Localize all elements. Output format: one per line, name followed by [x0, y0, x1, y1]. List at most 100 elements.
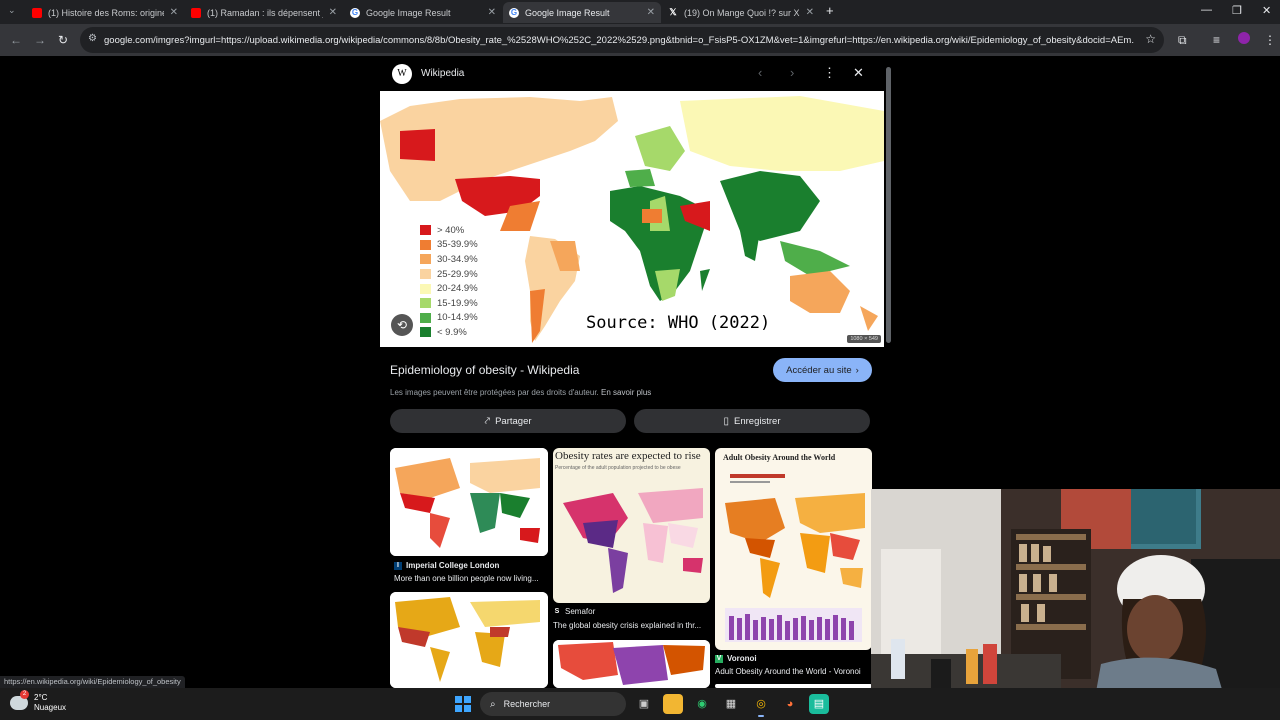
image-preview-panel: W Wikipedia ‹ › ⋮ ✕ > 40% 35-39.9% 30-34…: [380, 59, 884, 688]
legend-item: 35-39.9%: [420, 238, 478, 253]
bookmark-star-icon[interactable]: ☆: [1145, 32, 1156, 46]
close-icon[interactable]: ✕: [488, 7, 496, 18]
browser-tab-5[interactable]: 𝕏 (19) On Mange Quoi !? sur X : " ✕: [662, 2, 820, 23]
toolbar: ← → ↻ ⚙ google.com/imgres?imgurl=https:/…: [0, 24, 1280, 56]
search-icon: ⌕: [490, 698, 496, 710]
streamer-camera-image: [871, 489, 1280, 720]
thumbnail-map-graphic: [553, 640, 710, 688]
windows-start-icon[interactable]: [455, 696, 471, 712]
learn-more-link[interactable]: En savoir plus: [601, 388, 651, 397]
save-label: Enregistrer: [734, 415, 781, 427]
taskbar-search[interactable]: ⌕ Rechercher: [480, 692, 626, 716]
google-lens-icon[interactable]: ⟲: [391, 314, 413, 336]
close-icon[interactable]: ✕: [647, 7, 655, 18]
temperature: 2°C: [34, 693, 48, 702]
legend-swatch: [420, 254, 431, 265]
profile-avatar[interactable]: [1238, 32, 1250, 44]
tab-title: (19) On Mange Quoi !? sur X : ": [684, 7, 800, 18]
tab-search-icon[interactable]: ⌄: [8, 5, 16, 16]
save-button[interactable]: ▯ Enregistrer: [634, 409, 870, 433]
related-caption-3[interactable]: Adult Obesity Around the World - Voronoi: [715, 667, 871, 676]
url-text: google.com/imgres?imgurl=https://upload.…: [104, 34, 1134, 46]
related-caption-1[interactable]: More than one billion people now living.…: [394, 574, 544, 583]
related-image-3[interactable]: Adult Obesity Around the World: [715, 448, 872, 650]
store-icon[interactable]: ▦: [721, 694, 741, 714]
legend-label: 30-34.9%: [437, 253, 478, 265]
panel-header: W Wikipedia ‹ › ⋮ ✕: [380, 59, 884, 91]
task-view-icon[interactable]: ▣: [634, 694, 654, 714]
chrome-icon[interactable]: ◎: [751, 694, 771, 717]
next-icon[interactable]: ›: [790, 65, 794, 80]
legend-label: 15-19.9%: [437, 297, 478, 309]
reload-icon[interactable]: ↻: [58, 33, 68, 47]
prev-icon[interactable]: ‹: [758, 65, 762, 80]
firefox-icon[interactable]: ◕: [780, 694, 800, 714]
close-window-icon[interactable]: ✕: [1262, 4, 1271, 17]
extensions-icon[interactable]: ⧉: [1178, 33, 1187, 48]
share-label: Partager: [495, 415, 532, 427]
thumbnail-map-graphic: [725, 474, 865, 642]
source-name[interactable]: Wikipedia: [421, 68, 464, 79]
visit-site-label: Accéder au site: [786, 364, 852, 376]
visit-site-button[interactable]: Accéder au site ›: [773, 358, 872, 382]
weather-text: 2°C Nuageux: [34, 693, 66, 713]
thumbnail-map-graphic: [390, 592, 548, 688]
weather-badge: 2: [20, 690, 29, 699]
related-image-1[interactable]: [390, 448, 548, 556]
browser-tab-2[interactable]: (1) Ramadan : ils dépensent jus ✕: [185, 2, 343, 23]
browser-tab-1[interactable]: (1) Histoire des Roms: origine et ✕: [26, 2, 184, 23]
related-image-2[interactable]: Obesity rates are expected to rise Perce…: [553, 448, 710, 603]
youtube-icon: [191, 7, 201, 18]
youtube-icon: [32, 7, 42, 18]
restore-icon[interactable]: ❐: [1232, 4, 1242, 17]
image-title[interactable]: Epidemiology of obesity - Wikipedia: [390, 363, 579, 377]
legend-item: > 40%: [420, 223, 478, 238]
legend-item: < 9.9%: [420, 325, 478, 340]
media-icon[interactable]: ≡: [1213, 33, 1220, 47]
more-options-icon[interactable]: ⋮: [823, 65, 836, 81]
tab-title: (1) Ramadan : ils dépensent jus: [207, 7, 323, 18]
legend-label: > 40%: [437, 224, 465, 236]
close-icon[interactable]: ✕: [806, 7, 814, 18]
close-icon[interactable]: ✕: [853, 65, 864, 81]
copyright-notice: Les images peuvent être protégées par de…: [390, 388, 651, 397]
chat-app-icon[interactable]: ▤: [809, 694, 829, 714]
forward-icon[interactable]: →: [34, 33, 46, 47]
legend-swatch: [420, 225, 431, 236]
legend-label: 20-24.9%: [437, 283, 478, 295]
close-icon[interactable]: ✕: [329, 7, 337, 18]
related-caption-2[interactable]: The global obesity crisis explained in t…: [553, 621, 709, 630]
legend-swatch: [420, 239, 431, 250]
legend-swatch: [420, 312, 431, 323]
tab-title: (1) Histoire des Roms: origine et: [48, 7, 164, 18]
back-icon[interactable]: ←: [10, 33, 22, 47]
voronoi-logo: V: [715, 654, 723, 663]
site-info-icon[interactable]: ⚙: [88, 33, 97, 44]
browser-tab-4[interactable]: G Google Image Result ✕: [503, 2, 661, 23]
menu-icon[interactable]: ⋮: [1264, 33, 1276, 47]
share-button[interactable]: ⤤ Partager: [390, 409, 626, 433]
new-tab-button[interactable]: +: [826, 3, 834, 18]
legend-item: 10-14.9%: [420, 311, 478, 326]
thumbnail-map-graphic: [563, 488, 703, 593]
related-image-4[interactable]: [390, 592, 548, 688]
tab-strip: ⌄ (1) Histoire des Roms: origine et ✕ (1…: [0, 0, 1280, 24]
scrollbar-thumb[interactable]: [886, 67, 891, 343]
related-source-name: Semafor: [565, 607, 596, 616]
obesity-map-image[interactable]: > 40% 35-39.9% 30-34.9% 25-29.9% 20-24.9…: [380, 91, 884, 347]
weather-widget[interactable]: 2 2°C Nuageux: [10, 690, 66, 713]
minimize-icon[interactable]: —: [1201, 4, 1212, 16]
related-source-2: S Semafor: [553, 607, 596, 616]
image-dimensions: 1080 × 549: [847, 335, 881, 343]
edge-icon[interactable]: ◉: [692, 694, 712, 714]
related-source-1: I Imperial College London: [394, 561, 499, 570]
file-explorer-icon[interactable]: [663, 694, 683, 714]
browser-tab-3[interactable]: G Google Image Result ✕: [344, 2, 502, 23]
related-image-5[interactable]: [553, 640, 710, 688]
address-bar[interactable]: ⚙ google.com/imgres?imgurl=https://uploa…: [80, 27, 1164, 53]
legend-label: 10-14.9%: [437, 312, 478, 324]
close-icon[interactable]: ✕: [170, 7, 178, 18]
thumbnail-map-graphic: [390, 448, 548, 556]
status-bar-url: https://en.wikipedia.org/wiki/Epidemiolo…: [0, 676, 185, 688]
weather-condition: Nuageux: [34, 703, 67, 712]
